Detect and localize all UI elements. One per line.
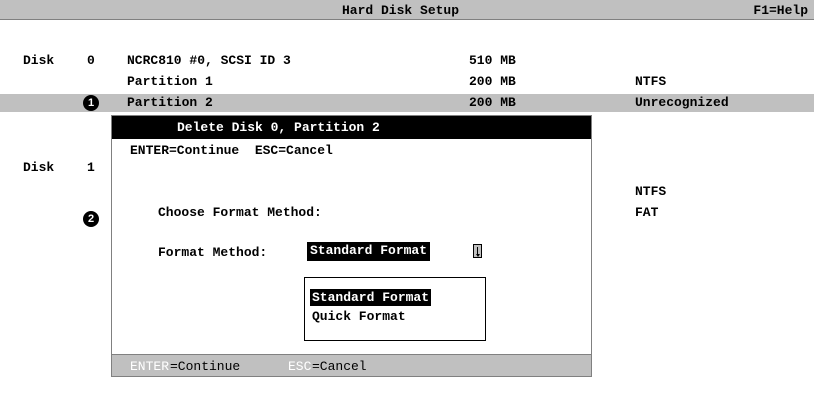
partition-2-filesystem: Unrecognized [635, 95, 729, 110]
partition-1-name[interactable]: Partition 1 [127, 74, 213, 90]
format-prompt: Choose Format Method: [158, 205, 322, 220]
dropdown-arrow-icon[interactable] [473, 244, 482, 258]
help-shortcut[interactable]: F1=Help [753, 3, 808, 18]
app-title: Hard Disk Setup [342, 3, 460, 18]
dialog-top-hint: ENTER=Continue ESC=Cancel [130, 143, 333, 158]
format-method-options: Standard Format Quick Format [304, 277, 486, 341]
title-bar: Hard Disk Setup F1=Help [0, 0, 814, 20]
partition-2-size: 200 MB [469, 95, 516, 110]
disk-0-name[interactable]: NCRC810 #0, SCSI ID 3 [127, 53, 291, 69]
footer-enter-key[interactable]: ENTER [130, 359, 169, 374]
footer-esc-key[interactable]: ESC [288, 359, 311, 374]
disk-1-partition-2-filesystem: FAT [635, 205, 659, 220]
disk-1-label: Disk [23, 160, 55, 175]
option-quick-format[interactable]: Quick Format [310, 308, 408, 325]
callout-2-icon: 2 [83, 211, 99, 227]
delete-partition-dialog: Delete Disk 0, Partition 2 ENTER=Continu… [111, 115, 592, 377]
partition-1-filesystem: NTFS [635, 74, 667, 89]
disk-0-size: 510 MB [469, 53, 516, 68]
partition-1-size: 200 MB [469, 74, 516, 89]
disk-0-label: Disk [23, 53, 55, 68]
format-method-label: Format Method: [158, 245, 268, 260]
partition-2-name[interactable]: Partition 2 [127, 95, 213, 111]
format-method-select[interactable]: Standard Format [307, 242, 431, 261]
footer-esc-action: =Cancel [312, 359, 367, 374]
disk-1-number: 1 [87, 160, 95, 175]
callout-1-icon: 1 [83, 95, 99, 111]
disk-0-number: 0 [87, 53, 95, 68]
dialog-footer: ENTER =Continue ESC =Cancel [112, 354, 591, 376]
footer-enter-action: =Continue [170, 359, 241, 374]
dialog-title: Delete Disk 0, Partition 2 [177, 120, 380, 135]
dialog-title-bar: Delete Disk 0, Partition 2 [112, 116, 591, 139]
disk-1-partition-1-filesystem: NTFS [635, 184, 667, 199]
option-standard-format[interactable]: Standard Format [310, 289, 432, 306]
